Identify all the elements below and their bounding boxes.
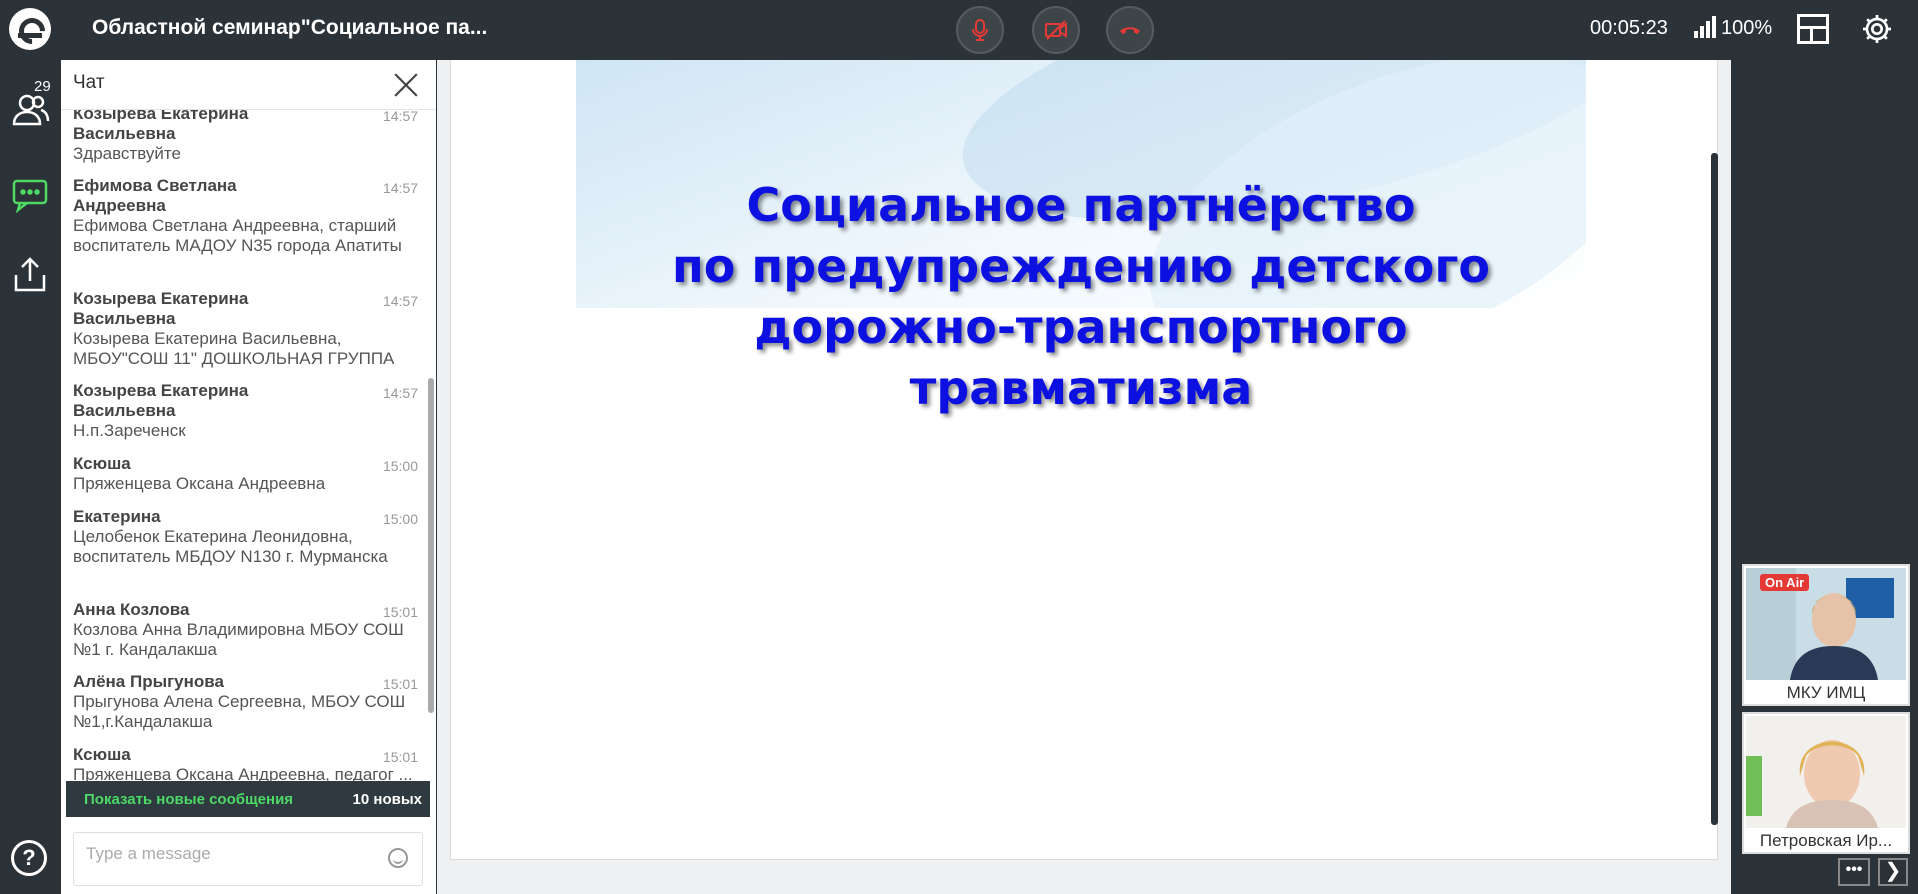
message-author: Ксюша bbox=[73, 454, 131, 473]
message-author: Козырева Екатерина Васильевна bbox=[73, 104, 249, 143]
message-time: 14:57 bbox=[382, 293, 418, 309]
message-time: 15:01 bbox=[382, 749, 418, 765]
message-list[interactable]: Козырева Екатерина Васильевна 14:57 Здра… bbox=[61, 104, 426, 884]
participant-video: On Air bbox=[1746, 568, 1906, 680]
help-icon[interactable]: ? bbox=[11, 840, 47, 876]
message-author: Анна Козлова bbox=[73, 600, 190, 619]
chat-scrollbar[interactable] bbox=[428, 378, 434, 713]
message-text: Пряженцева Оксана Андреевна bbox=[73, 474, 326, 493]
layout-icon[interactable] bbox=[1797, 14, 1829, 44]
slide-title: Социальное партнёрство по предупреждению… bbox=[576, 175, 1586, 419]
chat-message: Ефимова Светлана Андреевна 14:57 Ефимова… bbox=[73, 176, 418, 256]
top-bar: Областной семинар"Социальное па... 00:05… bbox=[0, 0, 1918, 60]
show-new-messages-link[interactable]: Показать новые сообщения bbox=[84, 791, 293, 808]
slide-scrollbar[interactable] bbox=[1711, 153, 1718, 825]
message-text: Н.п.Зареченск bbox=[73, 421, 186, 440]
chat-message: Анна Козлова 15:01 Козлова Анна Владимир… bbox=[73, 600, 418, 660]
connection-quality: 100% bbox=[1721, 17, 1773, 39]
video-panel: On Air МКУ ИМЦ Петровская Ир... bbox=[1731, 60, 1918, 894]
message-text: Целобенок Екатерина Леонидовна, воспитат… bbox=[73, 527, 388, 566]
message-author: Екатерина bbox=[73, 507, 161, 526]
chat-icon[interactable] bbox=[10, 175, 50, 215]
microphone-off-icon bbox=[972, 19, 988, 41]
meeting-title: Областной семинар"Социальное па... bbox=[92, 16, 488, 39]
close-icon[interactable] bbox=[393, 72, 419, 98]
hangup-icon bbox=[1120, 27, 1140, 34]
chat-message: Козырева Екатерина Васильевна 14:57 Козы… bbox=[73, 289, 418, 369]
message-author: Алёна Прыгунова bbox=[73, 672, 224, 691]
participant-name: МКУ ИМЦ bbox=[1786, 683, 1866, 702]
chat-message: Ксюша 15:00 Пряженцева Оксана Андреевна bbox=[73, 454, 418, 494]
chat-panel: Чат Козырева Екатерина Васильевна 14:57 … bbox=[61, 60, 436, 894]
camera-off-icon bbox=[1045, 20, 1067, 40]
camera-toggle-button[interactable] bbox=[1032, 6, 1080, 54]
on-air-badge: On Air bbox=[1760, 574, 1810, 591]
hangup-button[interactable] bbox=[1106, 6, 1154, 54]
participant-name: Петровская Ир... bbox=[1759, 831, 1893, 850]
message-composer bbox=[73, 832, 423, 886]
share-icon[interactable] bbox=[10, 255, 50, 295]
chat-message: Алёна Прыгунова 15:01 Прыгунова Алена Се… bbox=[73, 672, 418, 732]
message-input[interactable] bbox=[86, 839, 386, 869]
message-text: Ефимова Светлана Андреевна, старший восп… bbox=[73, 216, 402, 255]
next-page-button[interactable]: ❯ bbox=[1878, 858, 1908, 886]
users-icon[interactable] bbox=[10, 90, 50, 130]
emoji-icon[interactable] bbox=[388, 848, 408, 868]
message-time: 15:01 bbox=[382, 604, 418, 620]
video-tile[interactable]: Петровская Ир... bbox=[1742, 712, 1910, 854]
signal-strength-icon bbox=[1694, 16, 1716, 38]
more-options-button[interactable]: ••• bbox=[1838, 858, 1870, 886]
message-time: 14:57 bbox=[382, 385, 418, 401]
message-author: Ефимова Светлана Андреевна bbox=[73, 176, 237, 215]
message-author: Козырева Екатерина Васильевна bbox=[73, 381, 249, 420]
message-time: 15:00 bbox=[382, 511, 418, 527]
participant-video-frame bbox=[1746, 716, 1906, 828]
slide-viewport: Социальное партнёрство по предупреждению… bbox=[450, 60, 1718, 860]
chat-title: Чат bbox=[73, 72, 105, 93]
microphone-toggle-button[interactable] bbox=[956, 6, 1004, 54]
chat-message: Козырева Екатерина Васильевна 14:57 Здра… bbox=[73, 104, 418, 164]
left-rail: 29 ? bbox=[0, 60, 60, 894]
slide-title-line: травматизма bbox=[909, 361, 1253, 415]
message-author: Ксюша bbox=[73, 745, 131, 764]
chat-message: Козырева Екатерина Васильевна 14:57 Н.п.… bbox=[73, 381, 418, 441]
call-timer: 00:05:23 bbox=[1590, 17, 1668, 39]
chat-message: Екатерина 15:00 Целобенок Екатерина Леон… bbox=[73, 507, 418, 567]
message-text: Козырева Екатерина Васильевна, МБОУ"СОШ … bbox=[73, 329, 395, 368]
slide-title-line: по предупреждению детского bbox=[672, 239, 1490, 293]
participant-video bbox=[1746, 716, 1906, 828]
message-author: Козырева Екатерина Васильевна bbox=[73, 289, 249, 328]
new-messages-count: 10 новых bbox=[352, 791, 422, 808]
chat-header: Чат bbox=[61, 60, 436, 110]
message-time: 15:01 bbox=[382, 676, 418, 692]
slide-title-line: дорожно-транспортного bbox=[754, 300, 1408, 354]
app-logo-icon bbox=[9, 8, 51, 50]
gear-icon[interactable] bbox=[1861, 13, 1893, 45]
video-tile[interactable]: On Air МКУ ИМЦ bbox=[1742, 564, 1910, 706]
message-time: 14:57 bbox=[382, 180, 418, 196]
new-messages-bar[interactable]: Показать новые сообщения 10 новых bbox=[66, 781, 430, 817]
message-text: Прыгунова Алена Сергеевна, МБОУ СОШ №1,г… bbox=[73, 692, 406, 731]
message-text: Козлова Анна Владимировна МБОУ СОШ №1 г.… bbox=[73, 620, 404, 659]
slide-title-line: Социальное партнёрство bbox=[746, 178, 1416, 232]
presentation-area: Социальное партнёрство по предупреждению… bbox=[437, 60, 1731, 894]
message-time: 15:00 bbox=[382, 458, 418, 474]
message-text: Здравствуйте bbox=[73, 144, 181, 163]
